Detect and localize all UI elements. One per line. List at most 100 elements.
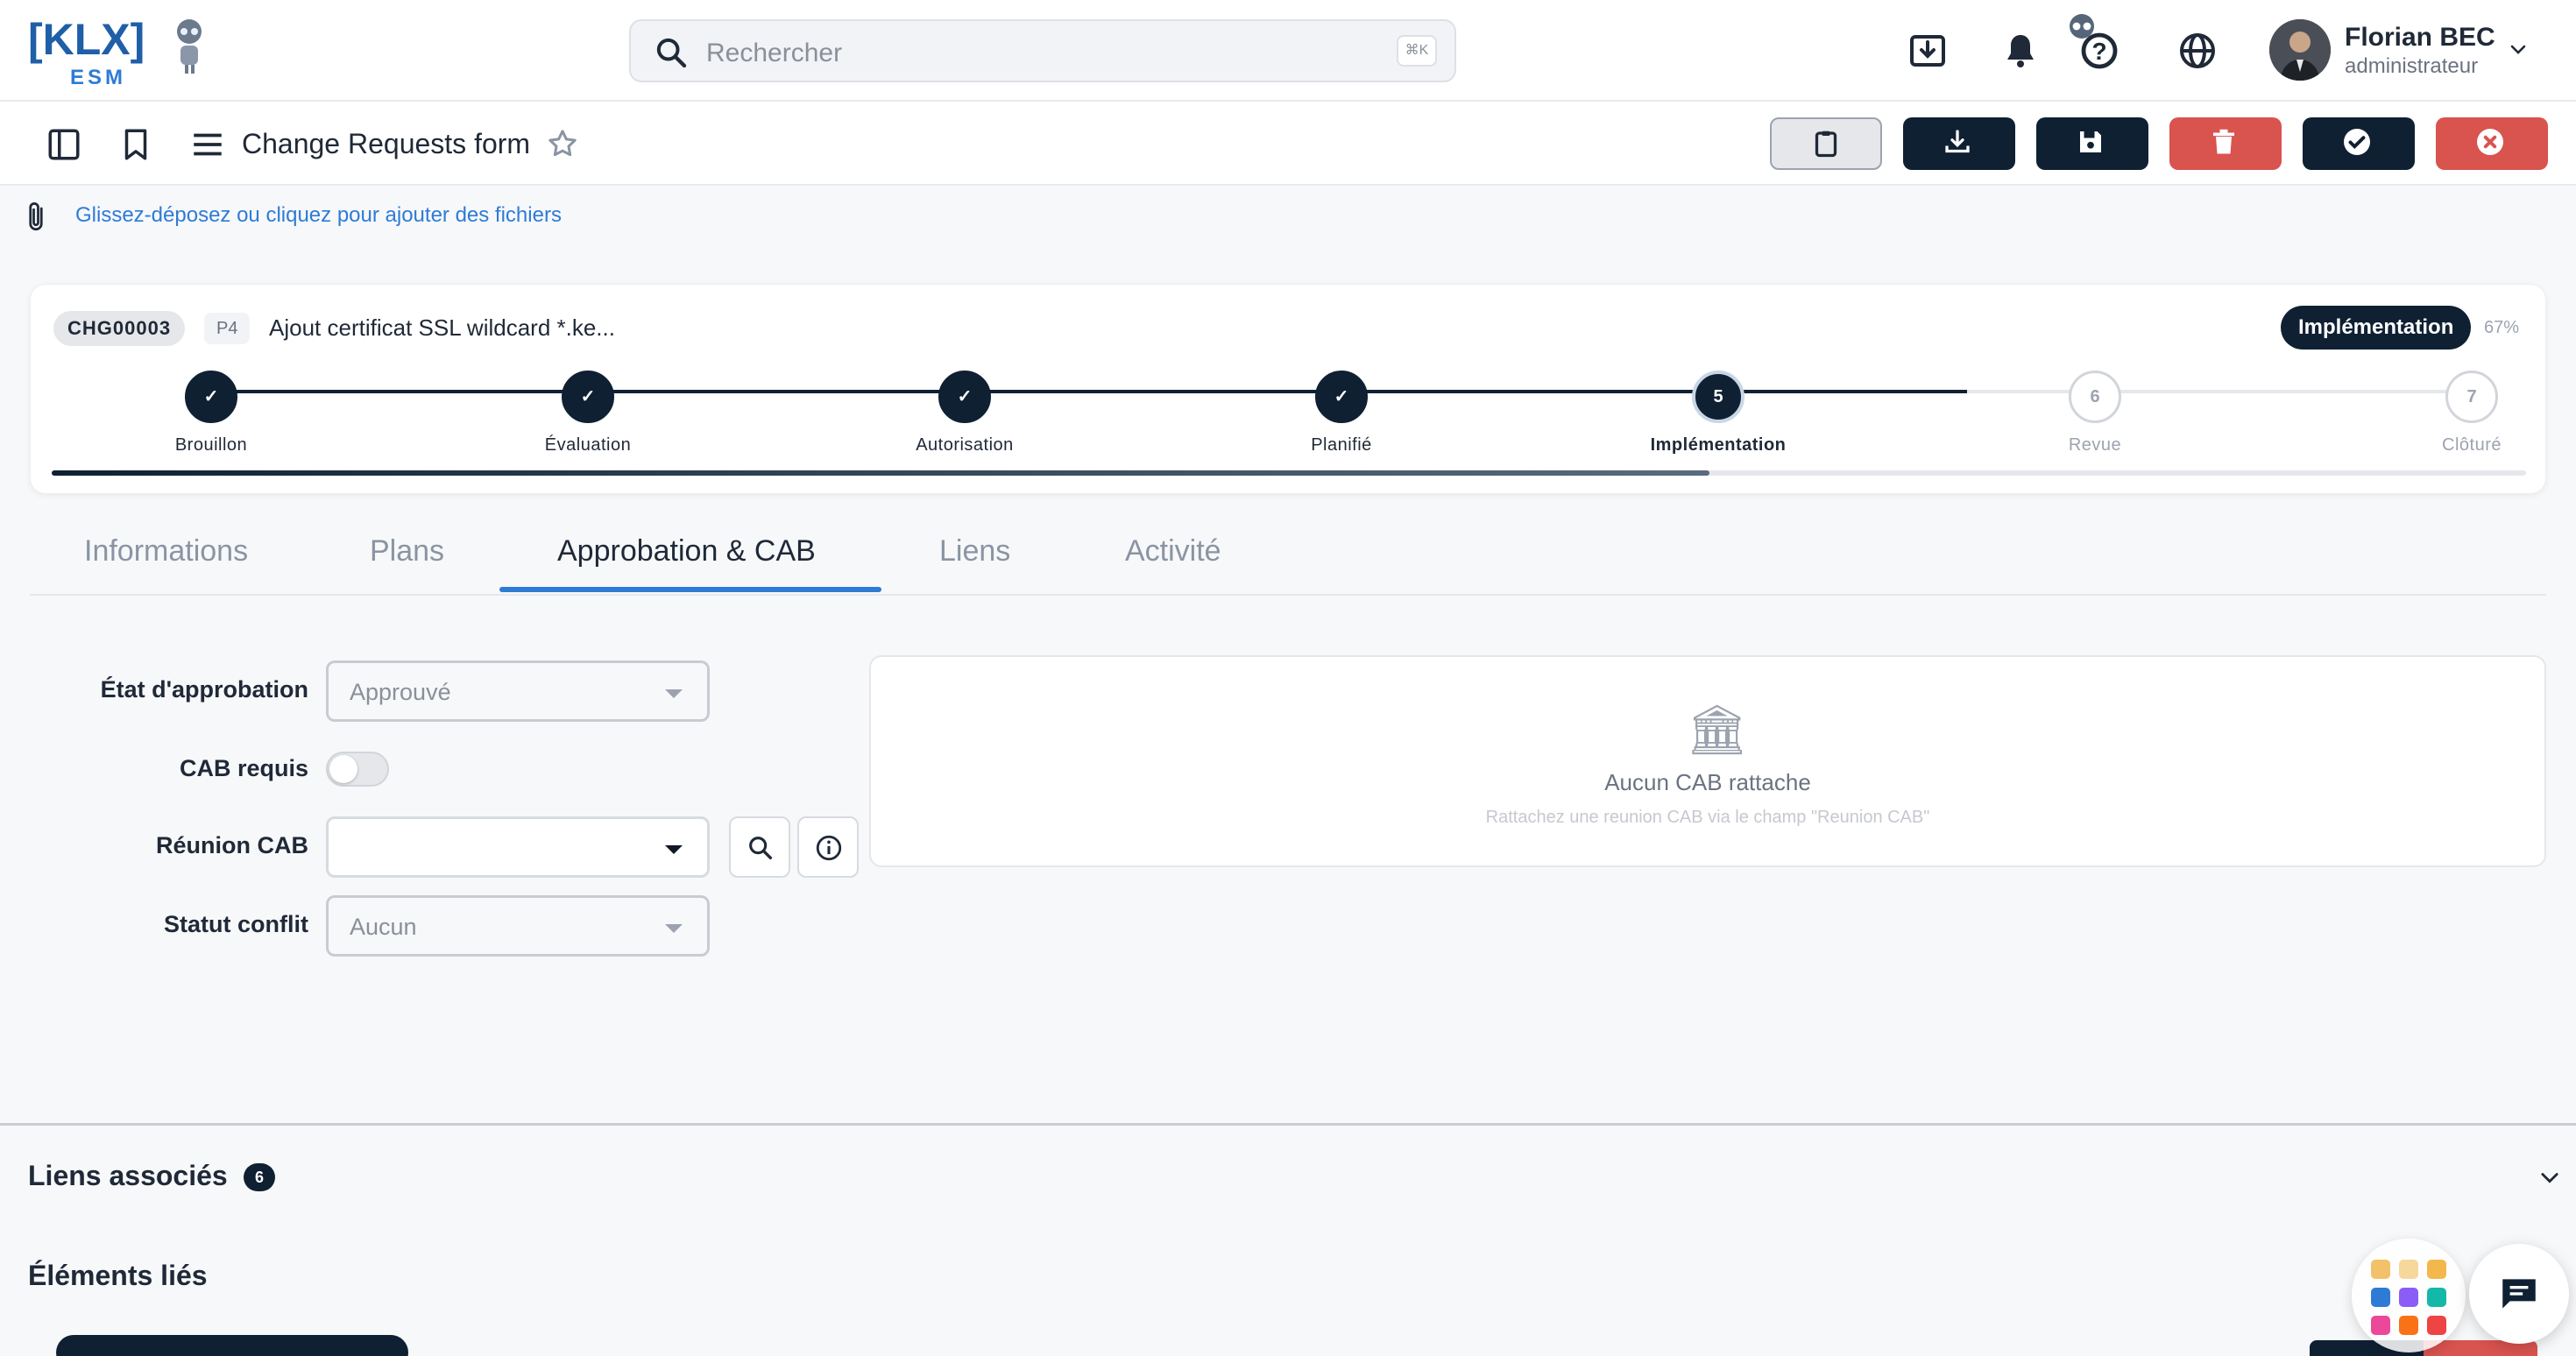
paperclip-icon [29, 202, 43, 231]
clipboard-icon [1815, 131, 1837, 158]
workflow-step-marker[interactable]: ✓ [562, 371, 614, 423]
workflow-step-marker[interactable]: ✓ [185, 371, 237, 423]
app-icon [2399, 1288, 2418, 1307]
cab-meeting-label: Réunion CAB [156, 832, 308, 858]
section-divider [0, 1123, 2576, 1126]
caret-down-icon [665, 689, 683, 698]
download-tray-icon[interactable] [1907, 30, 1949, 72]
app-icon [2399, 1316, 2418, 1335]
close-circle-icon [2477, 129, 2503, 155]
search-icon [656, 38, 687, 68]
workflow-step-label: Évaluation [544, 435, 632, 455]
global-search[interactable]: Rechercher ⌘K [629, 19, 1456, 82]
conflict-status-select[interactable]: Aucun [326, 895, 710, 957]
record-number-badge: CHG00003 [53, 311, 186, 346]
sidebar-toggle-icon[interactable] [46, 126, 82, 163]
chevron-down-icon[interactable] [2537, 1165, 2562, 1190]
cancel-button[interactable] [2436, 117, 2548, 170]
workflow-step-label: Planifié [1311, 435, 1372, 455]
app-icon [2427, 1288, 2446, 1307]
approval-state-value: Approuvé [350, 679, 451, 705]
tab-informations[interactable]: Informations [84, 534, 248, 569]
validate-button[interactable] [2303, 117, 2415, 170]
cab-meeting-info-button[interactable] [797, 816, 859, 878]
workflow-step-marker[interactable]: 7 [2445, 371, 2498, 423]
step-connector [588, 390, 965, 393]
app-icon [2427, 1316, 2446, 1335]
save-button[interactable] [2036, 117, 2148, 170]
globe-icon[interactable] [2176, 30, 2219, 72]
app-icon [2399, 1260, 2418, 1279]
app-logo[interactable]: [KLX] ESM [28, 14, 212, 89]
dropzone-text[interactable]: Glissez-déposez ou cliquez pour ajouter … [75, 203, 562, 228]
copy-to-clipboard-button[interactable] [1770, 117, 1882, 170]
workflow-step-label: Clôturé [2442, 435, 2502, 455]
workflow-step-marker[interactable]: ✓ [938, 371, 991, 423]
logo-subtext: ESM [70, 66, 126, 88]
search-placeholder: Rechercher [706, 39, 843, 67]
associated-links-heading[interactable]: Liens associés [28, 1160, 228, 1192]
workflow-step-label: Revue [2068, 435, 2122, 455]
institution-icon: 🏛 [1686, 702, 1749, 757]
workflow-step-label: Autorisation [916, 435, 1014, 455]
caret-down-icon [665, 845, 683, 854]
help-bot-icon[interactable]: ? [2061, 9, 2124, 72]
cab-empty-title: Aucun CAB rattache [1604, 769, 1811, 795]
associated-links-count: 6 [244, 1163, 275, 1191]
hamburger-menu-icon[interactable] [189, 126, 226, 163]
approval-state-select[interactable]: Approuvé [326, 660, 710, 722]
app-icon [2371, 1260, 2390, 1279]
form-title: Change Requests form [242, 128, 531, 159]
workflow-step-label: Implémentation [1650, 435, 1787, 455]
workflow-step-marker[interactable]: 6 [2069, 371, 2121, 423]
save-icon [2080, 131, 2101, 152]
progress-percent: 67% [2484, 318, 2520, 337]
export-button[interactable] [1903, 117, 2015, 170]
tab-activite[interactable]: Activité [1125, 534, 1221, 569]
step-connector [2095, 390, 2472, 393]
app-icon [2427, 1260, 2446, 1279]
svg-text:?: ? [2091, 38, 2106, 65]
cab-meeting-search-button[interactable] [729, 816, 790, 878]
check-circle-icon [2344, 129, 2370, 155]
app-icon [2371, 1288, 2390, 1307]
logo-text: [KLX] [28, 15, 145, 64]
apps-launcher-widget[interactable] [2352, 1239, 2466, 1352]
cab-panel: 🏛 Aucun CAB rattache Rattachez une reuni… [869, 655, 2546, 867]
linked-items-heading: Éléments liés [28, 1260, 208, 1291]
cab-required-toggle[interactable] [326, 752, 389, 787]
workflow-card: CHG00003 P4 Ajout certificat SSL wildcar… [30, 284, 2546, 494]
conflict-status-value: Aucun [350, 914, 417, 940]
workflow-step-marker[interactable]: ✓ [1315, 371, 1368, 423]
record-title: Ajout certificat SSL wildcard *.ke... [269, 314, 615, 341]
tab-liens[interactable]: Liens [939, 534, 1010, 569]
priority-badge: P4 [204, 313, 251, 344]
cab-required-label: CAB requis [179, 755, 308, 781]
step-connector [965, 390, 1341, 393]
app-icon [2371, 1316, 2390, 1335]
tab-approbation-cab[interactable]: Approbation & CAB [557, 534, 816, 569]
user-name[interactable]: Florian BEC [2345, 23, 2495, 53]
step-connector [1718, 390, 2095, 393]
search-icon [749, 837, 773, 860]
star-icon[interactable] [545, 126, 580, 161]
tab-plans[interactable]: Plans [370, 534, 444, 569]
user-avatar[interactable] [2269, 19, 2331, 81]
record-tabs: Informations Plans Approbation & CAB Lie… [30, 519, 2546, 596]
step-connector [211, 390, 588, 393]
cab-meeting-select[interactable] [326, 816, 710, 878]
bell-icon[interactable] [1999, 30, 2042, 72]
cab-empty-subtitle: Rattachez une reunion CAB via le champ "… [1485, 808, 1930, 827]
form-toolbar: Change Requests form [0, 102, 2576, 186]
workflow-step-marker[interactable]: 5 [1692, 371, 1744, 423]
linked-items-button[interactable] [56, 1335, 408, 1356]
delete-button[interactable] [2169, 117, 2282, 170]
chevron-down-icon[interactable] [2508, 39, 2529, 60]
step-connector [1341, 390, 1718, 393]
download-icon [1945, 130, 1970, 153]
caret-down-icon [665, 924, 683, 933]
chat-button[interactable] [2469, 1244, 2569, 1344]
bookmark-icon[interactable] [117, 126, 154, 163]
info-icon [816, 835, 842, 861]
trash-icon [2213, 129, 2234, 154]
